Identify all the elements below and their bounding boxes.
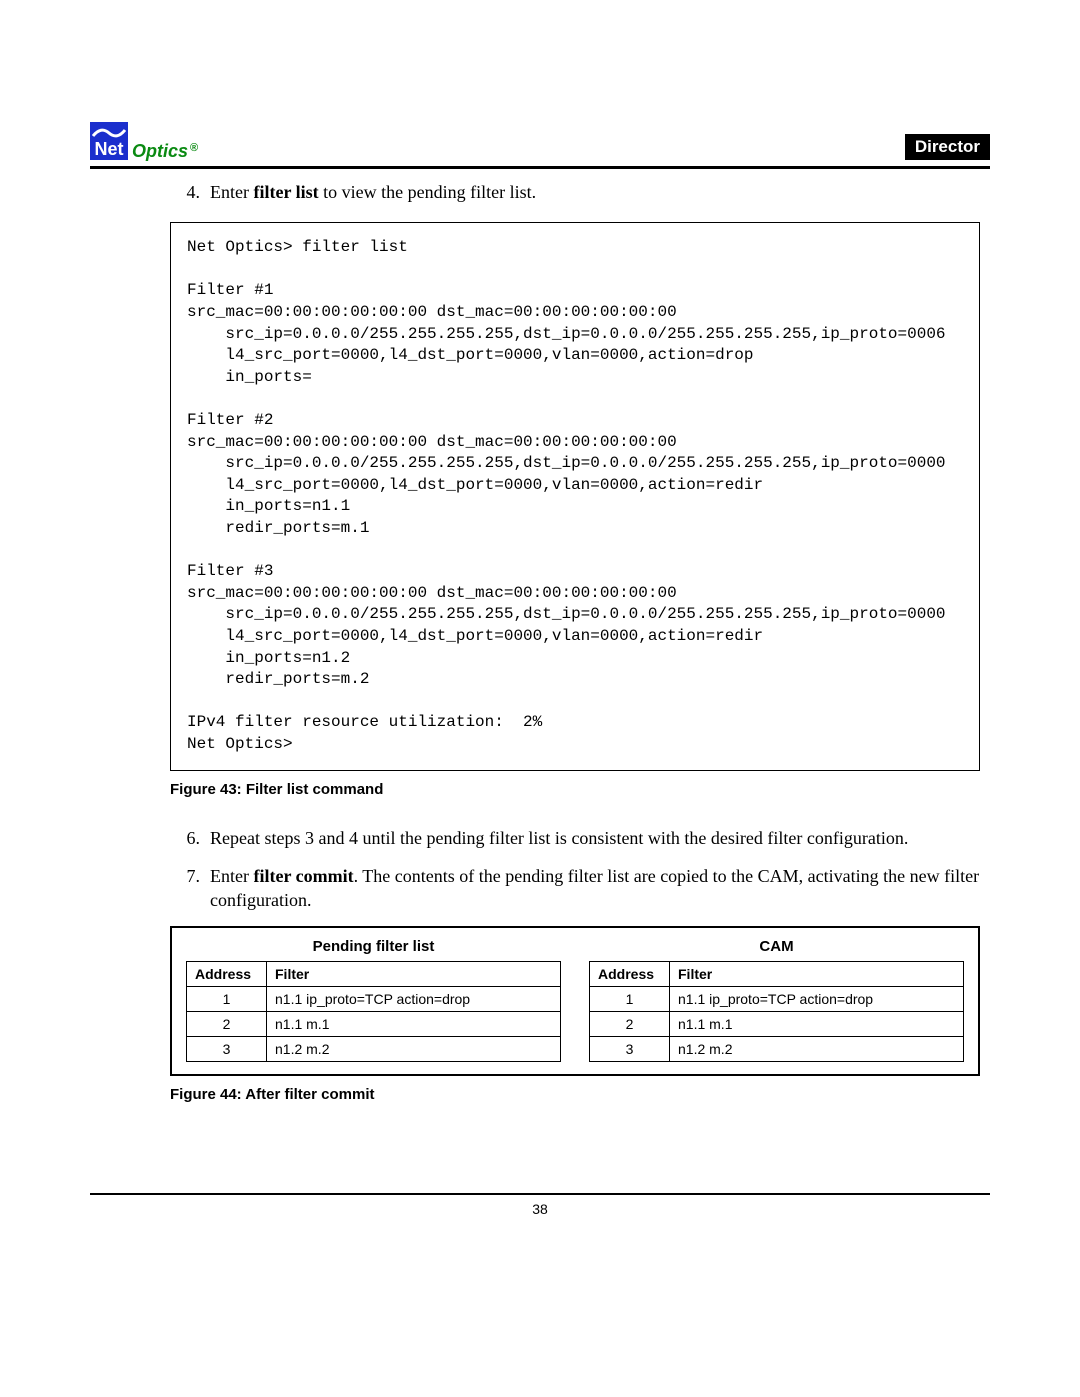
logo-registered: ® [190,142,198,154]
step-text-pre: Enter [210,866,253,886]
col-address: Address [187,962,267,987]
table-title: CAM [589,938,964,955]
table-row: 2n1.1 m.1 [590,1012,964,1037]
col-address: Address [590,962,670,987]
page-number: 38 [532,1201,548,1217]
tables-panel: Pending filter list Address Filter 1n1.1… [170,926,980,1076]
step-number: 6. [170,826,200,850]
step-7: 7. Enter filter commit. The contents of … [170,864,980,913]
table-header-row: Address Filter [187,962,561,987]
step-command: filter list [253,182,318,202]
table: Address Filter 1n1.1 ip_proto=TCP action… [186,961,561,1062]
page-header: Net Optics ® Director [90,122,990,169]
logo: Net Optics ® [90,122,198,160]
chapter-badge: Director [905,134,990,160]
figure-43-caption: Figure 43: Filter list command [170,781,980,798]
step-number: 4. [170,180,200,204]
figure-44-caption: Figure 44: After filter commit [170,1086,980,1103]
col-filter: Filter [267,962,561,987]
step-4: 4. Enter filter list to view the pending… [170,180,980,204]
step-6: 6. Repeat steps 3 and 4 until the pendin… [170,826,980,850]
page-content: 4. Enter filter list to view the pending… [170,180,980,1103]
pending-filter-table: Pending filter list Address Filter 1n1.1… [186,938,561,1062]
step-text-pre: Enter [210,182,253,202]
tilde-icon [92,126,126,140]
table-title: Pending filter list [186,938,561,955]
step-number: 7. [170,864,200,913]
table-row: 1n1.1 ip_proto=TCP action=drop [187,987,561,1012]
step-command: filter commit [253,866,353,886]
table-row: 3n1.2 m.2 [187,1037,561,1062]
table: Address Filter 1n1.1 ip_proto=TCP action… [589,961,964,1062]
table-row: 1n1.1 ip_proto=TCP action=drop [590,987,964,1012]
logo-text-net: Net [94,140,123,158]
table-row: 2n1.1 m.1 [187,1012,561,1037]
col-filter: Filter [670,962,964,987]
table-row: 3n1.2 m.2 [590,1037,964,1062]
terminal-output: Net Optics> filter list Filter #1 src_ma… [170,222,980,770]
step-text: Enter filter list to view the pending fi… [210,180,980,204]
step-text-post: to view the pending filter list. [319,182,536,202]
table-header-row: Address Filter [590,962,964,987]
logo-text-optics: Optics [132,142,188,160]
cam-table: CAM Address Filter 1n1.1 ip_proto=TCP ac… [589,938,964,1062]
step-text: Enter filter commit. The contents of the… [210,864,980,913]
step-text: Repeat steps 3 and 4 until the pending f… [210,826,980,850]
page-footer: 38 [90,1193,990,1217]
logo-mark: Net [90,122,128,160]
